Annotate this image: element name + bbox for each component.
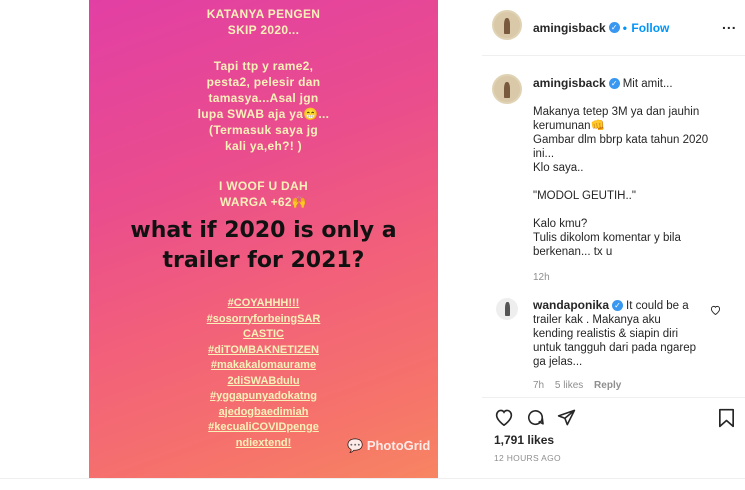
hashtag: #kecualiCOVIDpenge: [208, 421, 319, 433]
story-image[interactable]: KATANYA PENGEN SKIP 2020... Tapi ttp y r…: [89, 0, 438, 478]
follow-separator: •: [622, 21, 627, 35]
story-line: WARGA +62🙌: [219, 195, 308, 209]
caption-line: Tulis dikolom komentar y bila: [533, 232, 681, 244]
comment-first-line: wandaponika ✓ It could be a: [533, 298, 723, 313]
caption-text: Mit amit...: [622, 78, 673, 90]
comment-line: untuk tangguh dari pada ngarep: [533, 342, 697, 354]
comment-line: trailer kak . Makanya aku: [533, 314, 661, 326]
hashtag: 2diSWABdulu: [227, 374, 300, 387]
comment-icon[interactable]: [526, 408, 545, 432]
caption-username[interactable]: amingisback: [533, 76, 606, 90]
comment-likes[interactable]: 5 likes: [555, 380, 583, 391]
caption-line: "MODOL GEUTIH..": [533, 190, 636, 202]
post-side-panel: amingisback ✓ • Follow ... amingisback ✓ Mit…: [482, 0, 745, 478]
caption-line: Kalo kmu?: [533, 218, 588, 230]
header-divider: [482, 55, 745, 56]
caption-line: Makanya tetep 3M ya dan jauhin: [533, 106, 700, 118]
hashtag: #yggapunyadokatng: [210, 390, 317, 402]
reply-button[interactable]: Reply: [594, 380, 621, 391]
comment: wandaponika ✓ It could be a trailer kak . …: [533, 298, 723, 393]
hashtag: #COYAHHH!!!: [227, 297, 300, 309]
story-line: tamasya...Asal jgn: [208, 91, 319, 105]
comment-text: It could be a: [626, 300, 689, 312]
hashtag: #diTOMBAKNETIZEN: [207, 343, 320, 356]
hashtag: ajedogbaedimiah: [218, 405, 309, 418]
comment-time[interactable]: 7h: [533, 380, 544, 391]
caption-line: [533, 203, 738, 217]
caption-line: ini...: [533, 148, 555, 160]
post-timestamp[interactable]: 12 HOURS AGO: [494, 453, 561, 463]
story-headline: what if 2020 is only a trailer for 2021?: [89, 216, 438, 276]
actions-divider: [482, 397, 745, 398]
save-bookmark-icon[interactable]: [718, 408, 735, 433]
caption-line: Gambar dlm bbrp kata tahun 2020: [533, 134, 709, 146]
share-icon[interactable]: [557, 408, 576, 432]
story-line: pesta2, pelesir dan: [206, 75, 321, 89]
hashtag: #makakalomaurame: [210, 359, 317, 371]
story-line: Tapi ttp y rame2,: [213, 59, 314, 73]
story-hashtags: #COYAHHH!!! #sosorryforbeingSAR CASTIC #…: [89, 296, 438, 451]
verified-badge-icon: ✓: [612, 300, 624, 312]
comment-line: ga jelas...: [533, 356, 583, 368]
story-line: KATANYA PENGEN: [206, 7, 321, 21]
more-options-icon[interactable]: ...: [722, 16, 737, 32]
comment-input-strip[interactable]: [0, 478, 745, 490]
story-woof: I WOOF U DAH WARGA +62🙌: [89, 178, 438, 210]
post-header: amingisback ✓ • Follow: [533, 19, 669, 37]
story-line: I WOOF U DAH: [219, 179, 308, 193]
header-username[interactable]: amingisback: [533, 21, 606, 35]
caption-line: kerumunan👊: [533, 120, 605, 132]
chat-bubble-icon: 💬: [347, 438, 364, 453]
watermark-label: PhotoGrid: [366, 438, 431, 453]
comment-like-heart-icon[interactable]: [710, 302, 721, 320]
caption-line: [533, 175, 738, 189]
follow-button[interactable]: Follow: [631, 21, 669, 35]
headline-line: trailer for 2021?: [162, 248, 365, 273]
story-line: lupa SWAB aja ya😁...: [197, 107, 330, 121]
caption-line: Klo saya..: [533, 162, 584, 174]
photogrid-watermark: 💬 PhotoGrid: [347, 438, 430, 454]
hashtag: #sosorryforbeingSAR: [206, 312, 321, 325]
headline-line: what if 2020 is only a: [130, 218, 397, 243]
story-line: (Termasuk saya jg: [209, 123, 318, 137]
story-line: kali ya,eh?! ): [225, 139, 302, 153]
caption-first-line: amingisback ✓ Mit amit...: [533, 76, 738, 91]
caption-line: berkenan... tx u: [533, 246, 613, 258]
comment-meta: 7h 5 likes Reply: [533, 379, 723, 393]
verified-badge-icon: ✓: [608, 22, 620, 34]
comment-avatar[interactable]: [496, 298, 518, 320]
hashtag: CASTIC: [243, 328, 284, 340]
comment-username[interactable]: wandaponika: [533, 298, 609, 312]
instagram-post: KATANYA PENGEN SKIP 2020... Tapi ttp y r…: [0, 0, 745, 490]
caption-avatar[interactable]: [492, 74, 522, 104]
post-media: KATANYA PENGEN SKIP 2020... Tapi ttp y r…: [0, 0, 483, 478]
like-heart-icon[interactable]: [494, 408, 514, 431]
caption-body: Makanya tetep 3M ya dan jauhin kerumunan…: [533, 105, 738, 259]
caption-time[interactable]: 12h: [533, 271, 738, 285]
story-title: KATANYA PENGEN SKIP 2020...: [89, 6, 438, 38]
verified-badge-icon: ✓: [608, 78, 620, 90]
story-line: SKIP 2020...: [227, 23, 300, 37]
caption: amingisback ✓ Mit amit... Makanya tetep 3M…: [533, 76, 738, 285]
story-paragraph: Tapi ttp y rame2, pesta2, pelesir dan ta…: [89, 58, 438, 154]
comment-line: kending realistis & siapin diri: [533, 328, 679, 340]
likes-count[interactable]: 1,791 likes: [494, 433, 554, 447]
avatar[interactable]: [492, 10, 522, 40]
